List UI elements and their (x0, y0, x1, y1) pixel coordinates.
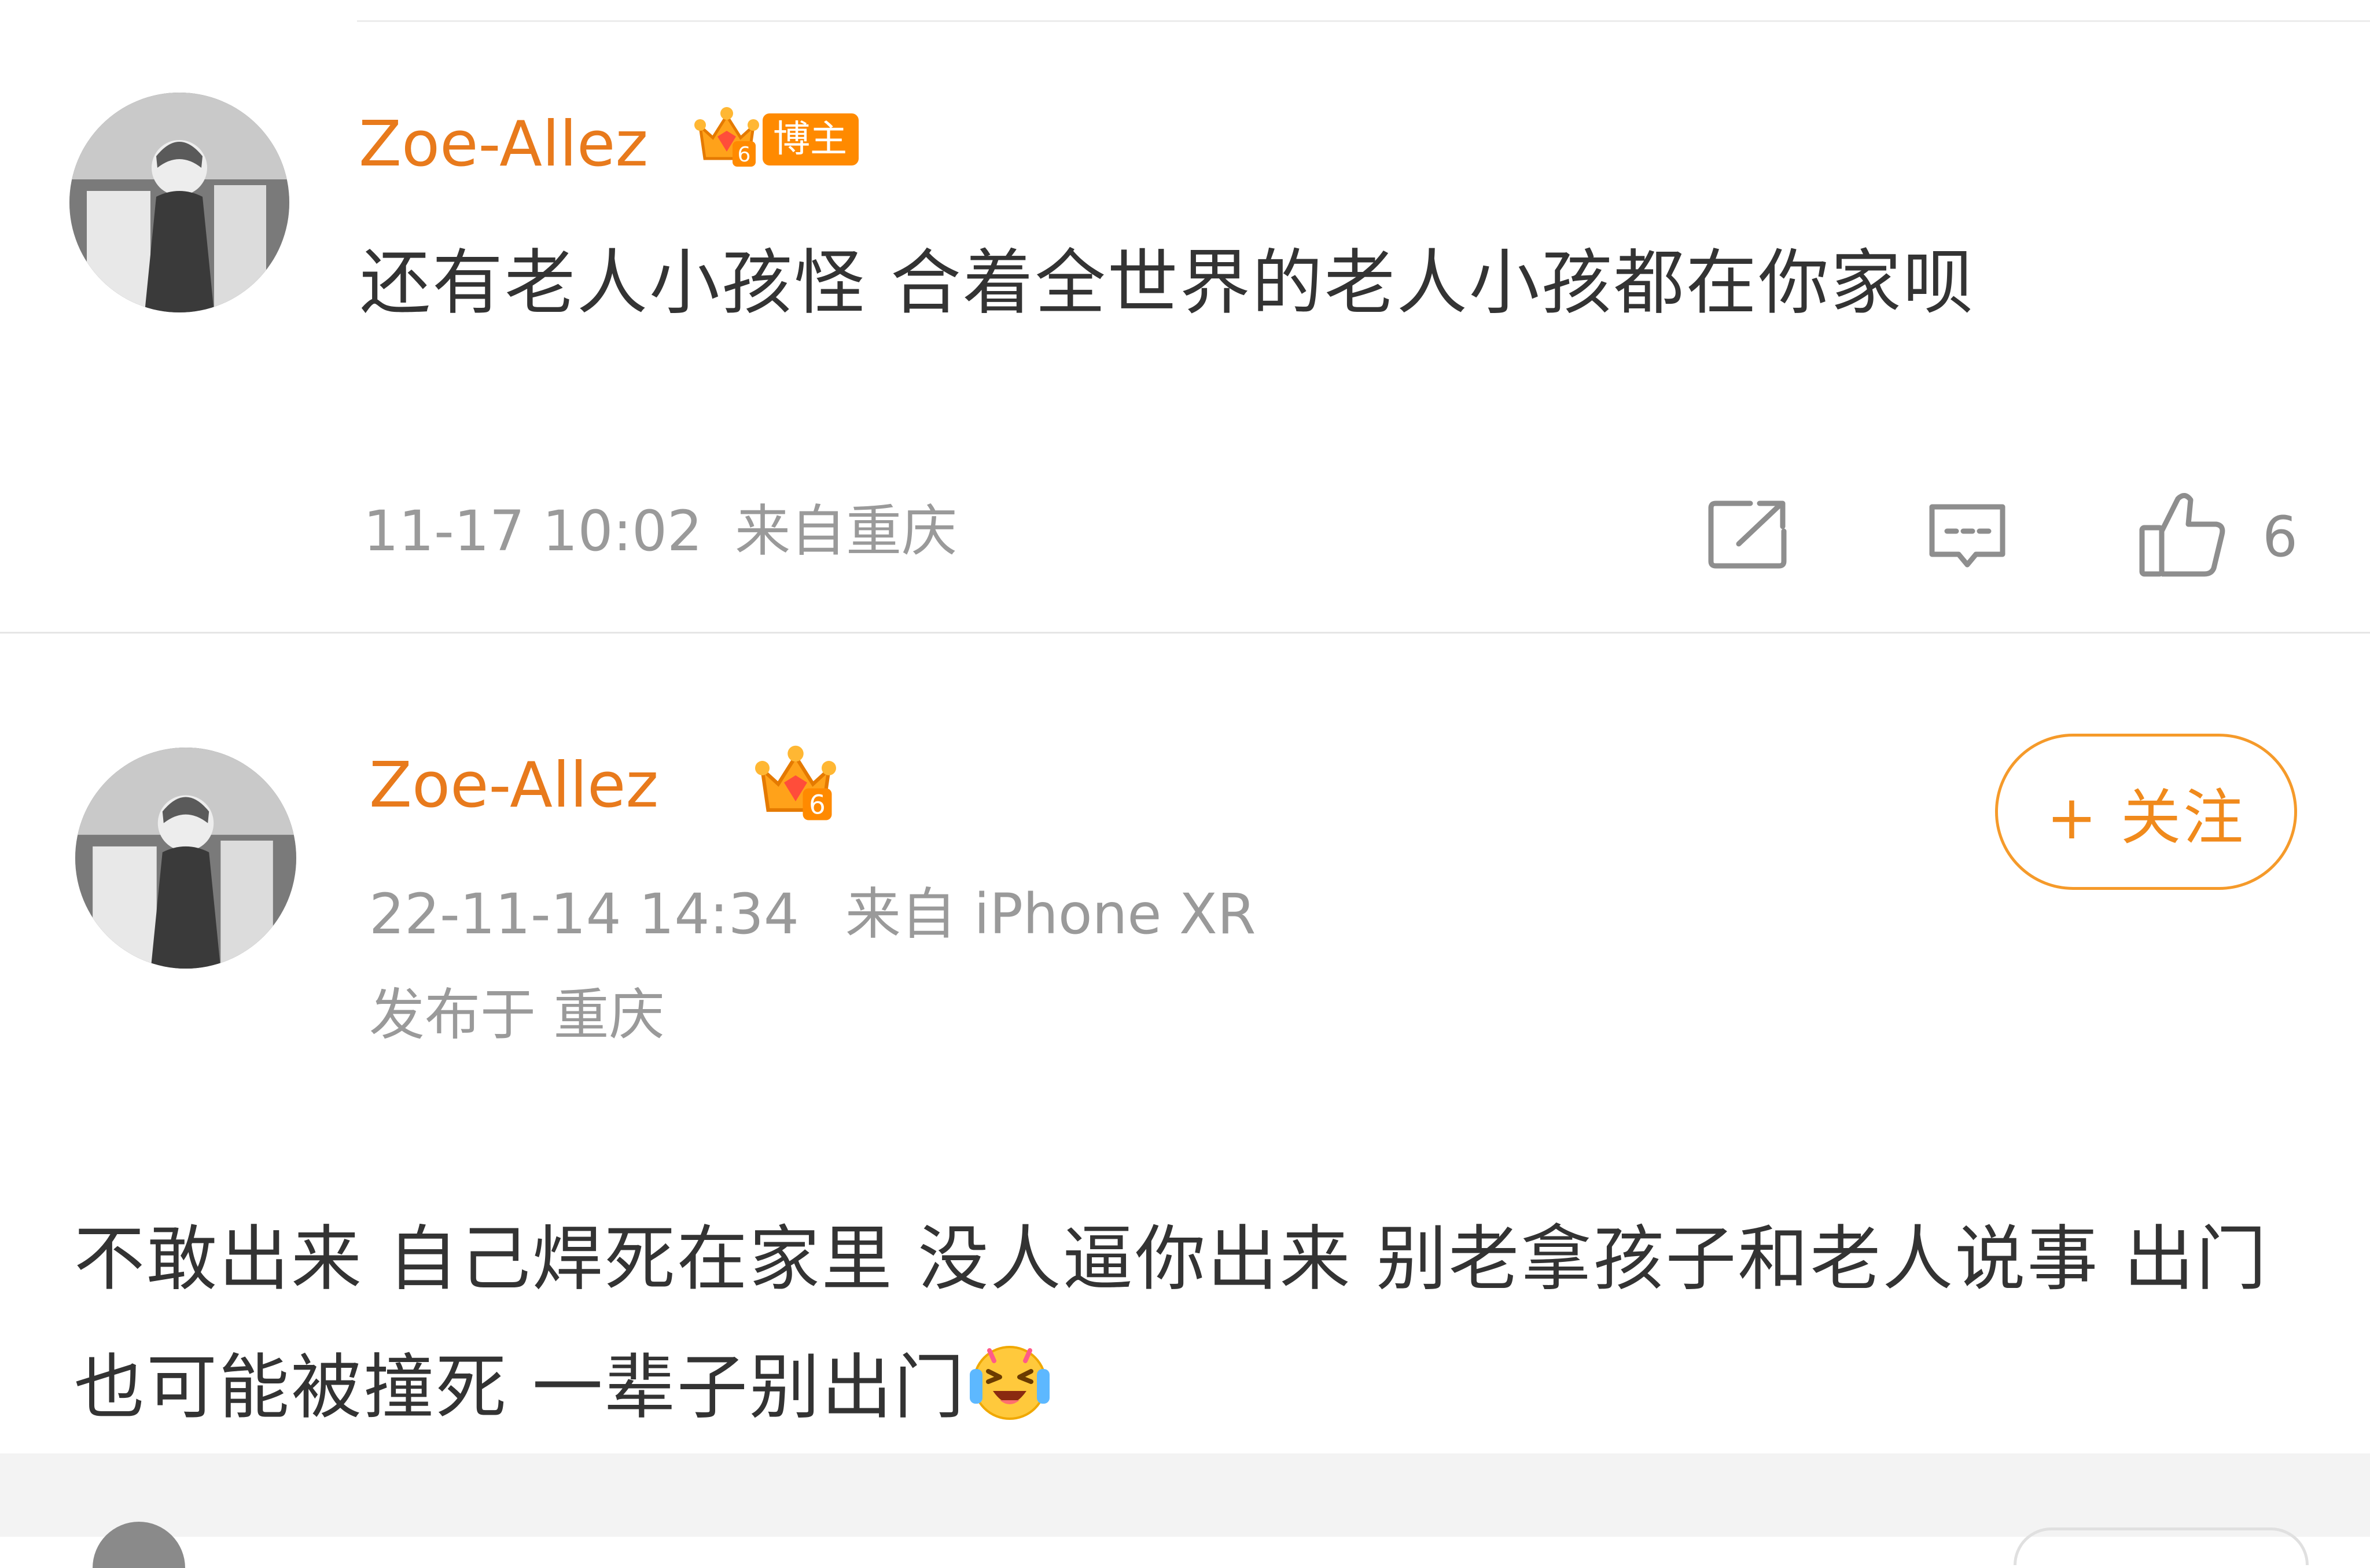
like-count: 6 (2262, 505, 2298, 569)
top-divider (357, 20, 2370, 22)
comment-icon[interactable] (1924, 499, 2011, 574)
post-time: 22-11-14 14:34 (369, 882, 799, 947)
comment-text: 还有老人小孩怪 合着全世界的老人小孩都在你家呗 (360, 242, 1975, 324)
level-number: 6 (809, 789, 826, 820)
post-avatar[interactable] (75, 748, 296, 969)
thumbs-up-icon[interactable] (2136, 487, 2229, 580)
crown-level-icon: 6 (752, 741, 839, 827)
avatar[interactable] (69, 93, 289, 312)
post-device: 来自 iPhone XR (845, 882, 1256, 947)
laughing-crying-emoji (966, 1336, 1053, 1423)
post-text: 不敢出来 自己焊死在家里 没人逼你出来 别老拿孩子和老人说事 出门也可能被撞死 … (74, 1195, 2308, 1452)
comment-location: 来自重庆 (735, 499, 958, 564)
post-meta: 22-11-14 14:34 来自 iPhone XR (369, 886, 1256, 942)
section-divider (0, 632, 2370, 634)
share-icon[interactable] (1704, 496, 1791, 572)
comment-time: 11-17 10:02 (363, 499, 703, 564)
level-number: 6 (738, 143, 751, 167)
username[interactable]: Zoe-Allez (359, 113, 648, 176)
post-username[interactable]: Zoe-Allez (369, 754, 658, 817)
blogger-badge: 博主 (763, 113, 859, 165)
follow-button[interactable]: + 关注 (1995, 734, 2297, 890)
post-text-content: 不敢出来 自己焊死在家里 没人逼你出来 别老拿孩子和老人说事 出门也可能被撞死 … (74, 1218, 2269, 1429)
comment-meta: 11-17 10:02 来自重庆 (363, 503, 957, 559)
next-follow-button[interactable] (2014, 1527, 2309, 1565)
bottom-band (0, 1453, 2370, 1537)
crown-level-icon: 6 (692, 103, 761, 172)
post-location: 发布于 重庆 (369, 982, 665, 1047)
